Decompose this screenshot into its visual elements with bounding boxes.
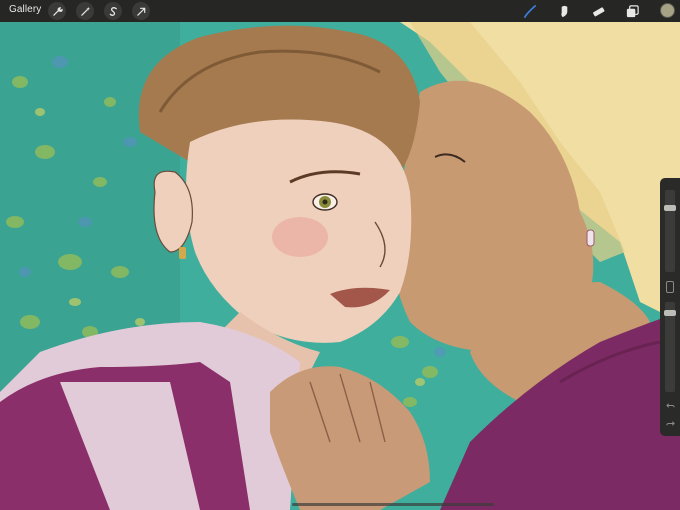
side-toolbar — [660, 178, 680, 436]
smudge-icon[interactable] — [555, 2, 573, 20]
transform-arrow-icon[interactable] — [132, 2, 150, 20]
gallery-button[interactable]: Gallery — [9, 4, 41, 15]
modify-button[interactable] — [666, 281, 674, 293]
active-color-swatch[interactable] — [660, 3, 675, 18]
brush-icon[interactable] — [521, 2, 539, 20]
adjustments-wand-icon[interactable] — [76, 2, 94, 20]
brush-size-slider[interactable] — [664, 190, 676, 272]
opacity-slider[interactable] — [664, 302, 676, 392]
opacity-thumb[interactable] — [664, 310, 676, 316]
top-toolbar: Gallery — [0, 0, 680, 22]
eraser-icon[interactable] — [589, 2, 607, 20]
drawing-canvas[interactable] — [0, 22, 680, 510]
layers-icon[interactable] — [623, 2, 641, 20]
redo-icon[interactable] — [665, 418, 675, 428]
selection-s-icon[interactable] — [104, 2, 122, 20]
canvas-scroll-indicator — [292, 503, 494, 506]
artwork-painting — [0, 22, 680, 510]
actions-wrench-icon[interactable] — [48, 2, 66, 20]
brush-size-thumb[interactable] — [664, 205, 676, 211]
undo-icon[interactable] — [665, 400, 675, 410]
